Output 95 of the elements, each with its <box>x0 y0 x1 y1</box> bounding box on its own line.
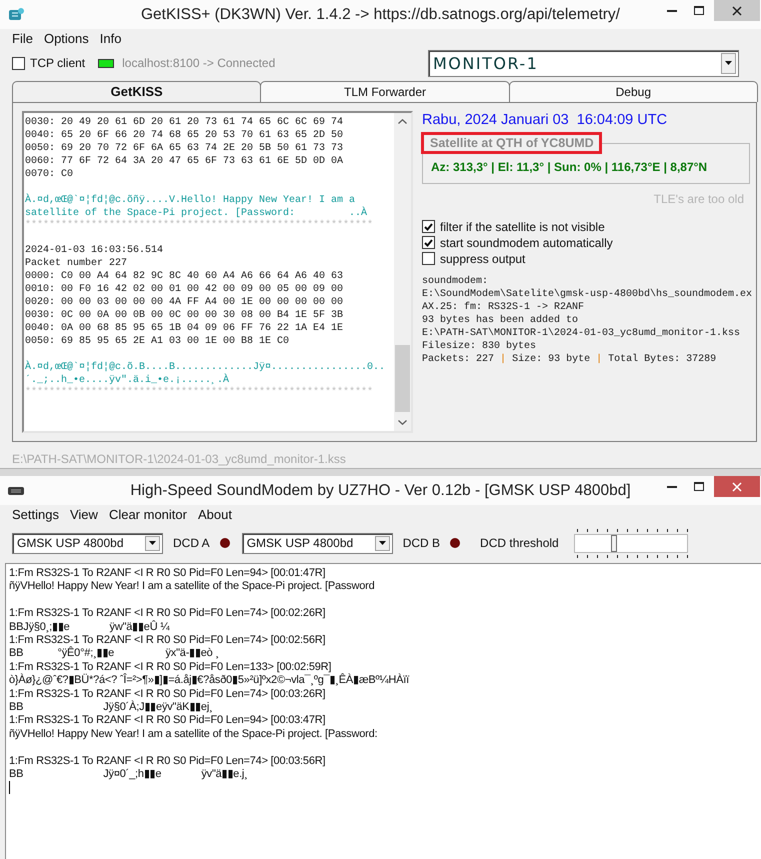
dcd-label: DCD A <box>173 536 210 550</box>
info-line: 93 bytes has been added to <box>422 314 580 327</box>
log-line: 0030: 0C 00 0A 00 0B 00 0C 00 00 30 08 00 B4 1E 5F 3B <box>25 309 344 322</box>
menu-item[interactable]: Info <box>96 30 126 46</box>
log-line: 0020: 00 00 03 00 00 00 4A FF A4 00 1E 00 00 00 00 00 <box>25 296 344 309</box>
tab[interactable]: TLM Forwarder <box>260 81 510 102</box>
group-title: Satellite at QTH of YC8UMD <box>421 132 602 154</box>
separator-line: ********************************************************** <box>25 387 374 398</box>
window-title: High-Speed SoundModem by UZ7HO - Ver 0.12b - [GMSK USP 4800bd] <box>130 482 631 500</box>
dcd-label: DCD B <box>402 536 440 550</box>
caret-down-icon <box>725 61 732 65</box>
monitor-line: ò}Àø}¿@ˆ€?▮BÜ*?á<? ˆÎ=²>¶»▮]▮=á.åj▮€?åsð0▮5»²ü]ºx2©¬vla¯¸ºg¯▮¸ÊÀ▮æBº¼HÀïï <box>9 674 410 688</box>
menu-item[interactable]: About <box>194 506 236 522</box>
device-icon <box>8 486 24 496</box>
monitor-line: BBJÿ§0¸;▮▮e ÿw"ä▮▮eÛ ¼ <box>9 620 171 634</box>
maximize-icon <box>694 6 704 15</box>
checkbox[interactable] <box>422 252 435 265</box>
slider-thumb[interactable] <box>610 534 617 552</box>
decoded-text-line: satellite of the Space-Pi project. [Password: ..À <box>25 207 368 220</box>
scrollbar[interactable] <box>394 113 411 431</box>
chevron-up-icon <box>398 119 407 124</box>
dropdown-arrow-button[interactable] <box>721 52 736 74</box>
log-line: 0040: 65 20 6F 66 20 74 68 65 20 53 70 61 63 65 2D 50 <box>25 129 344 142</box>
log-line: 0070: C0 <box>25 168 74 181</box>
checkbox[interactable] <box>422 236 435 249</box>
log-line: 0000: C0 00 A4 64 82 9C 8C 40 60 A4 A6 66 64 A6 40 63 <box>25 270 344 283</box>
caret-down-icon <box>149 541 156 545</box>
decoded-text-line: À.¤d,œŒ@`¤¦fd¦@c.õñÿ....V.Hello! Happy New Year! I am a <box>25 194 356 206</box>
info-line: soundmodem: <box>422 275 490 288</box>
window-title: GetKISS+ (DK3WN) Ver. 1.4.2 -> https://db.satnogs.org/api/telemetry/ <box>140 6 620 24</box>
close-button[interactable] <box>714 476 760 497</box>
checkbox-label: start soundmodem automatically <box>440 236 613 250</box>
date-time-label: Rabu, 2024 Januari 03 16:04:09 UTC <box>422 112 668 128</box>
separator-line: ********************************************************** <box>25 220 374 231</box>
checkbox-label: TCP client <box>30 56 86 70</box>
dropdown-arrow-button[interactable] <box>145 536 160 550</box>
info-line: Filesize: 830 bytes <box>422 340 538 353</box>
log-line: 0010: 00 F0 16 42 02 00 01 00 42 00 09 00 05 00 09 00 <box>25 283 344 296</box>
log-line: 0060: 77 6F 72 64 3A 20 47 65 6F 73 63 61 6E 5D 0D 0A <box>25 155 344 168</box>
monitor-line: 1:Fm RS32S-1 To R2ANF <I R R0 S0 Pid=F0 Len=94> [00:03:47R] <box>9 714 326 728</box>
satellite-position: Az: 313,3° | El: 11,3° | Sun: 0% | 116,73°E | 8,87°N <box>431 160 708 174</box>
tab[interactable]: GetKISS <box>12 81 262 102</box>
decoded-text-line: À.¤d,œŒ@`¤¦fd¦@c.õ.B....B.............Jÿ¤................0.. <box>25 361 386 374</box>
close-button[interactable] <box>714 0 760 21</box>
threshold-label: DCD threshold <box>480 536 559 550</box>
monitor-line: BB Jÿ¤0´_;h▮▮e ÿv"ä▮▮e.j¸ <box>9 768 249 782</box>
scrollbar-thumb[interactable] <box>395 345 410 412</box>
app-icon <box>8 6 24 22</box>
log-line: Packet number 227 <box>25 257 128 270</box>
monitor-line: BB Jÿ§0´À;J▮▮eÿv"äK▮▮ej¸ <box>9 701 214 714</box>
info-line: AX.25: fm: RS32S-1 -> R2ANF <box>422 301 586 314</box>
mode-dropdown[interactable]: GMSK USP 4800bd <box>12 532 163 554</box>
chevron-down-icon <box>398 420 407 425</box>
monitor-line: ñÿVHello! Happy New Year! I am a satellite of the Space-Pi project. [Password: <box>9 728 378 742</box>
log-line: 0030: 20 49 20 61 6D 20 61 20 73 61 74 65 6C 6C 69 74 <box>25 116 344 129</box>
log-line: 0050: 69 20 70 72 6F 6A 65 63 74 2E 20 5B 50 61 73 73 <box>25 142 344 155</box>
monitor-line: 1:Fm RS32S-1 To R2ANF <I R R0 S0 Pid=F0 Len=94> [00:01:47R] <box>9 567 326 580</box>
station-dropdown[interactable]: MONITOR-1 <box>428 50 739 76</box>
monitor-line: 1:Fm RS32S-1 To R2ANF <I R R0 S0 Pid=F0 Len=133> [00:02:59R] <box>9 660 332 673</box>
close-icon <box>732 482 742 492</box>
stats-line: Packets: 227 | Size: 93 byte | Total Bytes: 37289 <box>422 353 718 366</box>
checkbox-label: suppress output <box>440 252 526 266</box>
monitor-line: 1:Fm RS32S-1 To R2ANF <I R R0 S0 Pid=F0 Len=74> [00:02:26R] <box>9 607 326 620</box>
mode-dropdown[interactable]: GMSK USP 4800bd <box>242 532 393 554</box>
log-line: 0040: 0A 00 68 85 95 65 1B 04 09 06 FF 76 22 1A E4 1E <box>25 322 344 335</box>
minimize-icon <box>666 486 676 488</box>
checkbox[interactable] <box>12 56 25 70</box>
monitor-line: 1:Fm RS32S-1 To R2ANF <I R R0 S0 Pid=F0 Len=74> [00:03:26R] <box>9 688 326 700</box>
menu-item[interactable]: File <box>8 30 37 46</box>
info-line: E:\SoundModem\Satelite\gmsk-usp-4800bd\hs_soundmodem.ex <box>422 288 750 301</box>
monitor-line: ñÿVHello! Happy New Year! I am a satellite of the Space-Pi project. [Password <box>9 580 376 594</box>
menu-item[interactable]: Clear monitor <box>104 506 191 522</box>
monitor-line: 1:Fm RS32S-1 To R2ANF <I R R0 S0 Pid=F0 Len=74> [00:02:56R] <box>9 634 326 646</box>
dropdown-arrow-button[interactable] <box>374 536 390 550</box>
tab[interactable]: Debug <box>508 81 758 102</box>
text-cursor <box>9 781 10 794</box>
menu-item[interactable]: Options <box>40 30 93 46</box>
connection-status: localhost:8100 -> Connected <box>122 56 276 70</box>
checkbox-label: filter if the satellite is not visible <box>440 220 605 234</box>
monitor-line: BB °ÿÊ0°#;¸▮▮e ÿx"ä-▮▮eò ¸ <box>9 647 220 661</box>
decoded-text-line: ´._;..h_•e....ÿv".ä.i_•e.¡.....¸.À <box>25 374 230 386</box>
info-line: E:\PATH-SAT\MONITOR-1\2024-01-03_yc8umd_monitor-1.kss <box>422 327 742 340</box>
monitor-line: 1:Fm RS32S-1 To R2ANF <I R R0 S0 Pid=F0 Len=74> [00:03:56R] <box>9 754 326 768</box>
menu-item[interactable]: Settings <box>8 506 63 522</box>
maximize-icon <box>694 482 704 491</box>
file-path: E:\PATH-SAT\MONITOR-1\2024-01-03_yc8umd_monitor-1.kss <box>11 451 347 466</box>
menu-item[interactable]: View <box>66 506 102 522</box>
close-icon <box>732 6 742 16</box>
slider-track[interactable] <box>574 534 688 552</box>
log-line: 0050: 69 85 95 65 2E A1 03 00 1E 00 B8 1E C0 <box>25 335 290 348</box>
tle-status: TLE's are too old <box>652 192 745 206</box>
minimize-icon <box>666 10 676 12</box>
log-line: 2024-01-03 16:03:56.514 <box>25 244 164 257</box>
caret-down-icon <box>378 541 386 545</box>
checkbox[interactable] <box>422 220 435 233</box>
